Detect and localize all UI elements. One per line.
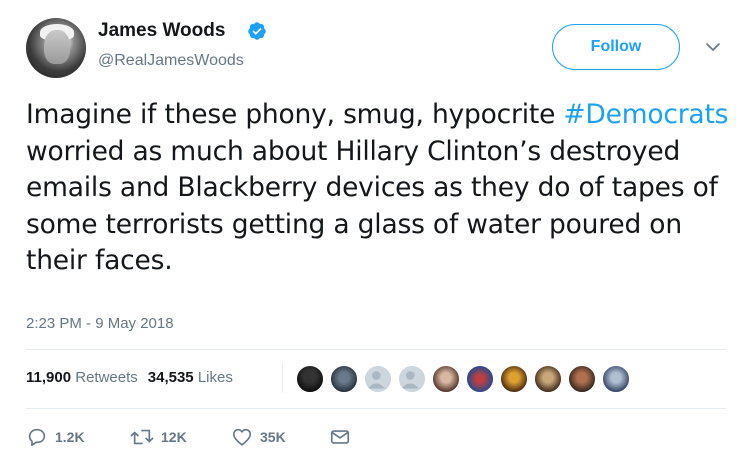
liker-avatar[interactable] <box>601 364 631 394</box>
retweet-button[interactable]: 12K <box>130 425 187 449</box>
verified-badge-icon <box>248 22 266 40</box>
divider <box>26 349 726 350</box>
envelope-icon <box>330 430 350 444</box>
reply-count: 1.2K <box>55 429 85 445</box>
retweets-stat[interactable]: 11,900 Retweets <box>26 369 138 386</box>
tweet-timestamp[interactable]: 2:23 PM - 9 May 2018 <box>26 315 174 332</box>
tweet-text: Imagine if these phony, smug, hypocrite … <box>26 97 736 280</box>
retweets-count: 11,900 <box>26 369 72 386</box>
chevron-down-icon[interactable] <box>704 38 722 56</box>
retweet-count: 12K <box>161 429 187 445</box>
tweet-text-part: worried as much about Hillary Clinton’s … <box>26 135 718 277</box>
like-button[interactable]: 35K <box>231 425 286 449</box>
tweet-text-part: Imagine if these phony, smug, hypocrite <box>26 99 564 130</box>
avatar[interactable] <box>26 18 86 78</box>
likes-count: 34,535 <box>147 369 194 386</box>
liker-avatar[interactable] <box>567 364 597 394</box>
heart-icon <box>232 428 252 446</box>
liker-avatar[interactable] <box>431 364 461 394</box>
divider <box>26 408 726 409</box>
likes-label: Likes <box>197 369 233 386</box>
default-avatar-icon <box>367 371 385 389</box>
follow-button[interactable]: Follow <box>552 24 680 70</box>
likes-stat[interactable]: 34,535 Likes <box>148 369 233 386</box>
liker-avatar[interactable] <box>499 364 529 394</box>
retweet-icon <box>130 429 154 445</box>
liker-avatar-default[interactable] <box>363 364 393 394</box>
retweets-label: Retweets <box>75 369 138 386</box>
like-count: 35K <box>260 429 286 445</box>
direct-message-button[interactable] <box>329 425 351 449</box>
avatar-face <box>44 30 70 64</box>
default-avatar-icon <box>401 371 419 389</box>
reply-icon <box>28 428 46 447</box>
hashtag-link[interactable]: #Democrats <box>563 99 728 130</box>
liker-avatar[interactable] <box>295 364 325 394</box>
liker-avatar[interactable] <box>465 364 495 394</box>
author-name[interactable]: James Woods <box>98 20 225 42</box>
liker-avatar-default[interactable] <box>397 364 427 394</box>
tweet-stats: 11,900 Retweets 34,535 Likes <box>26 369 233 386</box>
liker-avatar[interactable] <box>329 364 359 394</box>
liker-avatar[interactable] <box>533 364 563 394</box>
stats-separator <box>282 363 283 393</box>
author-handle[interactable]: @RealJamesWoods <box>98 52 244 70</box>
reply-button[interactable]: 1.2K <box>26 425 85 449</box>
